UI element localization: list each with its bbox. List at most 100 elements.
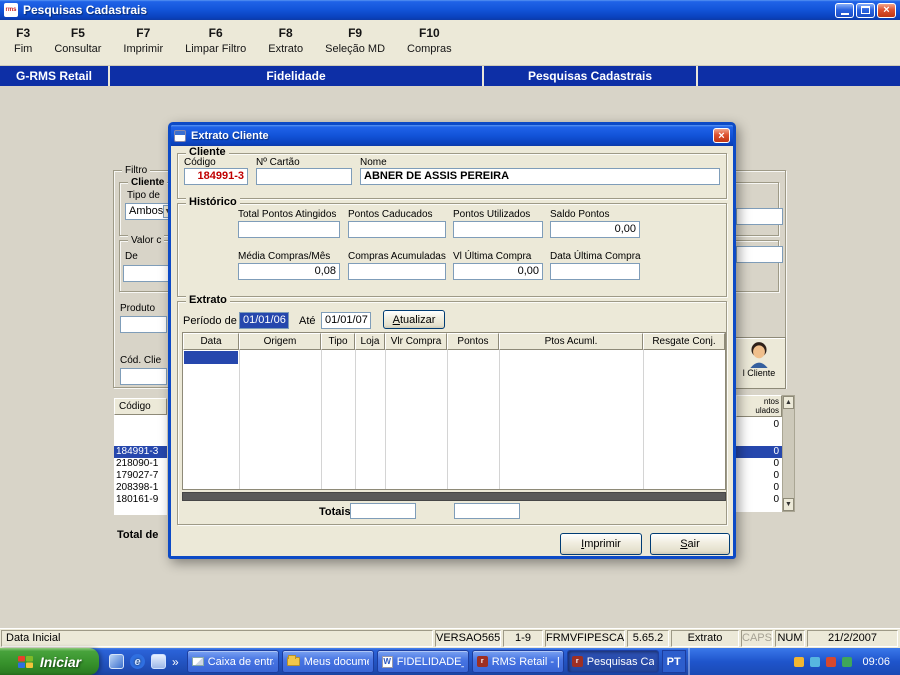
pontos-acumulados-column-header[interactable]: ntos ulados — [736, 395, 782, 417]
periodo-label: Período de — [183, 315, 237, 327]
close-button[interactable]: × — [877, 2, 896, 18]
tray-icon[interactable] — [794, 656, 805, 667]
extrato-legend: Extrato — [186, 294, 230, 307]
column-header-resgate-conj[interactable]: Resgate Conj. — [643, 333, 725, 350]
ie-icon[interactable]: e — [130, 654, 145, 669]
valor-de-field[interactable] — [123, 265, 169, 282]
list-item[interactable]: 184991-3 — [114, 446, 167, 458]
compras-acumuladas-field[interactable] — [348, 263, 446, 280]
pontos-utilizados-field[interactable] — [453, 221, 543, 238]
filtro-cliente-legend: Cliente — [128, 176, 168, 189]
list-item[interactable]: 218090-1 — [114, 458, 167, 470]
dialog-titlebar[interactable]: Extrato Cliente × — [171, 125, 733, 146]
toolbar-button-consultar[interactable]: F5 Consultar — [54, 26, 101, 65]
horizontal-scrollbar[interactable] — [182, 492, 726, 501]
produto-field[interactable] — [120, 316, 167, 333]
list-item[interactable]: 0 — [736, 446, 782, 458]
taskbar-task-caixa-de-entrada[interactable]: Caixa de entra... — [186, 650, 279, 673]
column-header-data[interactable]: Data — [183, 333, 239, 350]
tray-icon[interactable] — [810, 656, 821, 667]
produto-label: Produto — [120, 303, 156, 314]
atualizar-button[interactable]: Atualizar — [383, 310, 445, 329]
column-header-tipo[interactable]: Tipo — [321, 333, 355, 350]
pontos-header-line1: ntos — [763, 397, 779, 406]
maximize-button[interactable] — [856, 2, 875, 18]
saldo-pontos-field[interactable]: 0,00 — [550, 221, 640, 238]
taskbar-task-fidelidade[interactable]: W FIDELIDADE_2... — [376, 650, 469, 673]
language-indicator[interactable]: PT — [661, 650, 686, 673]
toolbar-button-imprimir[interactable]: F7 Imprimir — [123, 26, 163, 65]
vertical-scrollbar[interactable]: ▲ ▼ — [782, 395, 795, 512]
toolbar-key: F7 — [136, 26, 151, 40]
start-button[interactable]: Iniciar — [0, 648, 99, 675]
column-header-pontos[interactable]: Pontos — [447, 333, 499, 350]
extrato-cliente-dialog: Extrato Cliente × Cliente Código 184991-… — [168, 122, 736, 559]
show-desktop-icon[interactable] — [109, 654, 124, 669]
totais-field-1[interactable] — [350, 503, 416, 519]
toolbar-button-selecao-md[interactable]: F9 Seleção MD — [325, 26, 385, 65]
dialog-body: Cliente Código 184991-3 Nº Cartão Nome A… — [171, 146, 733, 556]
clock[interactable]: 09:06 — [862, 656, 890, 668]
codigo-field[interactable]: 184991-3 — [184, 168, 248, 185]
totais-field-2[interactable] — [454, 503, 520, 519]
taskbar-task-pesquisas-cadastrais[interactable]: r Pesquisas Cad... — [566, 650, 659, 673]
status-versao: VERSAO565 — [435, 630, 501, 647]
list-item[interactable]: 0 — [736, 470, 782, 482]
list-item[interactable]: 0 — [736, 419, 782, 431]
nav-module: Fidelidade — [110, 66, 484, 86]
column-header-ptos-acuml[interactable]: Ptos Acuml. — [499, 333, 643, 350]
dialog-title: Extrato Cliente — [191, 129, 269, 142]
list-item[interactable]: 180161-9 — [114, 494, 167, 506]
codigo-column-header[interactable]: Código — [114, 398, 167, 415]
tray-icon[interactable] — [842, 656, 853, 667]
list-item[interactable]: 0 — [736, 482, 782, 494]
list-item[interactable]: 208398-1 — [114, 482, 167, 494]
taskbar-task-meus-documentos[interactable]: Meus documentos — [281, 650, 374, 673]
toolbar-button-extrato[interactable]: F8 Extrato — [268, 26, 303, 65]
app-icon[interactable]: rms — [4, 3, 18, 17]
filter-field-partial[interactable] — [736, 208, 783, 225]
list-item[interactable]: 0 — [736, 494, 782, 506]
cliente-profile-button[interactable]: l Cliente — [732, 337, 786, 389]
outlook-icon[interactable] — [151, 654, 166, 669]
scroll-up-icon[interactable]: ▲ — [783, 396, 794, 409]
dialog-close-button[interactable]: × — [713, 128, 730, 143]
periodo-de-field[interactable]: 01/01/06 — [239, 312, 289, 329]
total-pontos-atingidos-field[interactable] — [238, 221, 340, 238]
maximize-icon — [861, 6, 870, 14]
vl-ultima-compra-field[interactable]: 0,00 — [453, 263, 543, 280]
column-header-loja[interactable]: Loja — [355, 333, 385, 350]
minimize-button[interactable] — [835, 2, 854, 18]
ate-field[interactable]: 01/01/07 — [321, 312, 371, 329]
list-item[interactable]: 179027-7 — [114, 470, 167, 482]
breadcrumb-bar: G-RMS Retail Fidelidade Pesquisas Cadast… — [0, 66, 900, 86]
nav-app-name: G-RMS Retail — [0, 66, 110, 86]
filter-field-partial[interactable] — [736, 246, 783, 263]
toolbar-key: F5 — [70, 26, 85, 40]
cod-cliente-field[interactable] — [120, 368, 167, 385]
column-header-vlr-compra[interactable]: Vlr Compra — [385, 333, 447, 350]
media-compras-mes-field[interactable]: 0,08 — [238, 263, 340, 280]
taskbar-task-rms-retail[interactable]: r RMS Retail - [Cl... — [471, 650, 564, 673]
toolbar-button-compras[interactable]: F10 Compras — [407, 26, 452, 65]
toolbar-button-limpar-filtro[interactable]: F6 Limpar Filtro — [185, 26, 246, 65]
cartao-field[interactable] — [256, 168, 352, 185]
tipo-cliente-select[interactable]: Ambos ▼ — [125, 203, 171, 220]
tray-icon[interactable] — [826, 656, 837, 667]
list-item[interactable]: 0 — [736, 458, 782, 470]
scroll-down-icon[interactable]: ▼ — [783, 498, 794, 511]
status-page: 1-9 — [503, 630, 543, 647]
toolbar-label: Compras — [407, 43, 452, 55]
chevron-overflow-icon[interactable]: » — [172, 654, 179, 669]
selected-cell[interactable] — [184, 351, 238, 364]
data-ultima-compra-field[interactable] — [550, 263, 640, 280]
toolbar-button-fim[interactable]: F3 Fim — [14, 26, 32, 65]
column-header-origem[interactable]: Origem — [239, 333, 321, 350]
window-titlebar[interactable]: rms Pesquisas Cadastrais × — [0, 0, 900, 20]
sair-button[interactable]: Sair — [650, 533, 730, 555]
toolbar-label: Extrato — [268, 43, 304, 55]
imprimir-button[interactable]: Imprimir — [560, 533, 642, 555]
nome-field[interactable]: ABNER DE ASSIS PEREIRA — [360, 168, 720, 185]
pontos-caducados-field[interactable] — [348, 221, 446, 238]
extrato-table-body[interactable] — [183, 350, 725, 489]
